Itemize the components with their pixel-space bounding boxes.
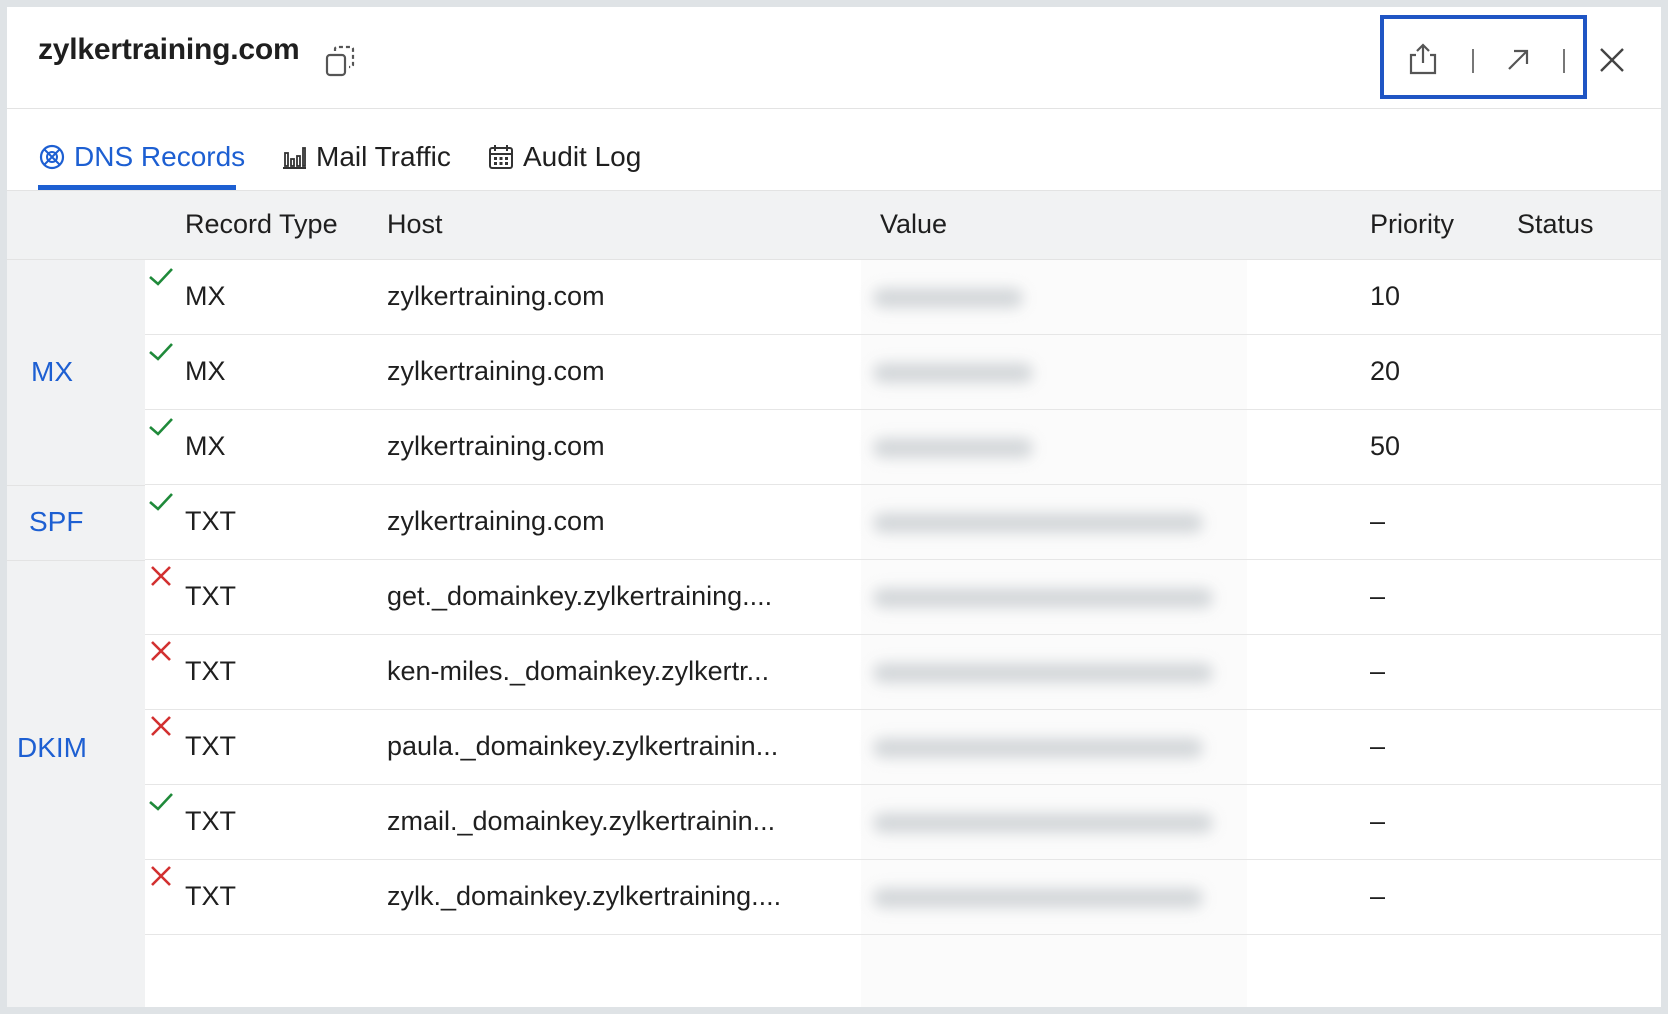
table-row[interactable]: TXT ken-miles._domainkey.zylkertr... – — [145, 635, 1661, 710]
record-type-cell: MX — [185, 431, 226, 461]
record-group-column: MX SPF DKIM — [7, 260, 145, 1007]
actions-divider — [1472, 49, 1474, 73]
column-header-value: Value — [880, 209, 948, 239]
host-cell: ken-miles._domainkey.zylkertr... — [387, 656, 770, 686]
tab-bar: DNS Records Mail Traffic Audit Log — [7, 109, 1661, 191]
value-cell-redacted — [873, 663, 1213, 683]
table-row[interactable]: TXT zylk._domainkey.zylkertraining.... – — [145, 860, 1661, 935]
cross-icon — [151, 716, 171, 736]
record-type-cell: TXT — [185, 581, 236, 611]
host-cell: zmail._domainkey.zylkertrainin... — [387, 806, 776, 836]
cross-icon — [151, 866, 171, 886]
column-header-priority: Priority — [1370, 209, 1455, 239]
cross-icon — [151, 641, 171, 661]
value-cell-redacted — [873, 588, 1213, 608]
priority-cell: – — [1370, 656, 1386, 686]
tab-dns-records[interactable]: DNS Records — [38, 141, 245, 173]
copy-icon[interactable] — [323, 43, 359, 79]
column-header-record-type: Record Type — [185, 209, 338, 239]
group-label-spf[interactable]: SPF — [29, 506, 83, 538]
host-cell: zylk._domainkey.zylkertraining.... — [387, 881, 782, 911]
group-divider — [7, 560, 145, 561]
active-tab-indicator — [38, 185, 236, 190]
record-type-cell: TXT — [185, 506, 236, 536]
value-cell-redacted — [873, 738, 1203, 758]
close-icon[interactable] — [1597, 45, 1627, 75]
table-row[interactable]: TXT paula._domainkey.zylkertrainin... – — [145, 710, 1661, 785]
value-cell-redacted — [873, 513, 1203, 533]
check-icon — [149, 268, 173, 286]
table-header: Record Type Host Value Priority Status — [7, 191, 1661, 260]
group-divider — [7, 485, 145, 486]
calendar-icon — [489, 145, 513, 169]
table-row[interactable]: MX zylkertraining.com 20 — [145, 335, 1661, 410]
tab-label: DNS Records — [74, 141, 246, 172]
record-type-cell: TXT — [185, 731, 236, 761]
table-row[interactable]: TXT zmail._domainkey.zylkertrainin... – — [145, 785, 1661, 860]
value-cell-redacted — [873, 438, 1033, 458]
domain-title: zylkertraining.com — [38, 33, 300, 66]
priority-cell: 50 — [1370, 431, 1401, 461]
table-row[interactable]: TXT zylkertraining.com – — [145, 485, 1661, 560]
record-type-cell: TXT — [185, 656, 236, 686]
host-cell: paula._domainkey.zylkertrainin... — [387, 731, 779, 761]
tab-label: Mail Traffic — [316, 141, 451, 172]
record-type-cell: MX — [185, 356, 226, 386]
value-cell-redacted — [873, 363, 1033, 383]
check-icon — [149, 493, 173, 511]
table-row[interactable]: TXT get._domainkey.zylkertraining.... – — [145, 560, 1661, 635]
tab-label: Audit Log — [523, 141, 642, 172]
column-header-host: Host — [387, 209, 443, 239]
actions-divider — [1563, 49, 1565, 73]
panel-header: zylkertraining.com — [7, 7, 1661, 109]
priority-cell: – — [1370, 731, 1386, 761]
globe-icon — [39, 144, 65, 170]
priority-cell: – — [1370, 506, 1386, 536]
record-type-cell: MX — [185, 281, 226, 311]
bar-chart-icon — [283, 147, 306, 169]
export-icon[interactable] — [1405, 41, 1441, 77]
tab-mail-traffic[interactable]: Mail Traffic — [280, 141, 451, 173]
group-label-mx[interactable]: MX — [31, 356, 73, 388]
check-icon — [149, 793, 173, 811]
open-external-icon[interactable] — [1503, 45, 1533, 75]
host-cell: zylkertraining.com — [387, 431, 605, 461]
host-cell: zylkertraining.com — [387, 506, 605, 536]
value-cell-redacted — [873, 888, 1203, 908]
check-icon — [149, 343, 173, 361]
priority-cell: – — [1370, 806, 1386, 836]
domain-details-panel: zylkertraining.com DNS Records Mail Traf… — [7, 7, 1661, 1007]
table-row[interactable]: MX zylkertraining.com 10 — [145, 260, 1661, 335]
cross-icon — [151, 566, 171, 586]
value-cell-redacted — [873, 288, 1023, 308]
tab-audit-log[interactable]: Audit Log — [487, 141, 641, 173]
priority-cell: 10 — [1370, 281, 1401, 311]
record-type-cell: TXT — [185, 881, 236, 911]
host-cell: zylkertraining.com — [387, 356, 605, 386]
priority-cell: 20 — [1370, 356, 1401, 386]
host-cell: get._domainkey.zylkertraining.... — [387, 581, 773, 611]
check-icon — [149, 418, 173, 436]
priority-cell: – — [1370, 881, 1386, 911]
host-cell: zylkertraining.com — [387, 281, 605, 311]
priority-cell: – — [1370, 581, 1386, 611]
column-header-status: Status — [1517, 209, 1594, 239]
table-row[interactable]: MX zylkertraining.com 50 — [145, 410, 1661, 485]
record-type-cell: TXT — [185, 806, 236, 836]
value-cell-redacted — [873, 813, 1213, 833]
group-label-dkim[interactable]: DKIM — [17, 732, 87, 764]
